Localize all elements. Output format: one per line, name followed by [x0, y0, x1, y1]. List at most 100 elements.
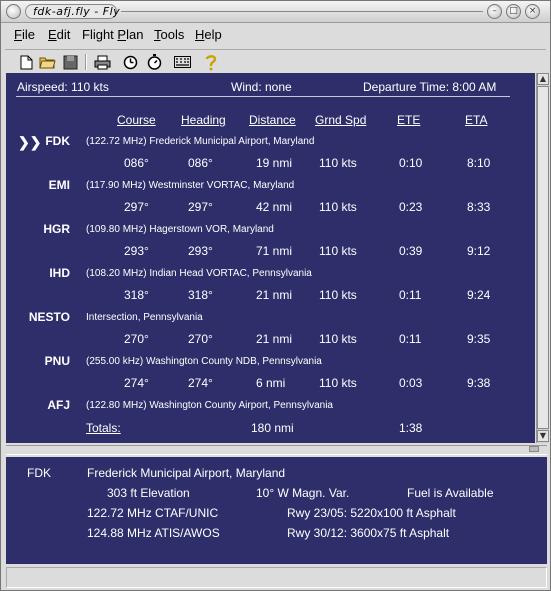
- leg-eta: 9:35: [467, 332, 491, 346]
- close-button[interactable]: ×: [525, 4, 540, 19]
- waypoint-id[interactable]: AFJ: [47, 398, 70, 412]
- fly-window: fdk-afj.fly - Fly – □ × File Edit Flight…: [0, 0, 551, 591]
- info-frequency-atis: 124.88 MHz ATIS/AWOS: [87, 526, 220, 540]
- menu-tools[interactable]: Tools: [154, 27, 184, 42]
- help-icon: [205, 54, 217, 70]
- info-elevation: 303 ft Elevation: [107, 486, 190, 500]
- info-runway-2: Rwy 30/12: 3600x75 ft Asphalt: [287, 526, 450, 540]
- total-ete: 1:38: [399, 421, 423, 435]
- window-title: fdk-afj.fly - Fly: [33, 5, 121, 18]
- stopwatch-button[interactable]: [145, 53, 163, 71]
- airspeed-label: Airspeed: 110 kts: [17, 80, 109, 94]
- info-waypoint-name: Frederick Municipal Airport, Maryland: [87, 466, 286, 480]
- leg-distance: 19 nmi: [256, 156, 293, 170]
- maximize-button[interactable]: □: [506, 4, 521, 19]
- leg-heading: 318°: [188, 288, 213, 302]
- toolbar-separator: [85, 54, 87, 70]
- leg-eta: 8:33: [467, 200, 491, 214]
- leg-eta: 9:12: [467, 244, 491, 258]
- leg-heading: 274°: [188, 376, 213, 390]
- leg-eta: 8:10: [467, 156, 491, 170]
- leg-distance: 6 nmi: [256, 376, 286, 390]
- menu-file[interactable]: File: [14, 27, 35, 42]
- column-header-ete[interactable]: ETE: [397, 113, 420, 127]
- totals-label: Totals:: [86, 421, 121, 435]
- menu-bar: File Edit Flight Plan Tools Help: [5, 23, 546, 47]
- clock-icon: [123, 55, 137, 69]
- menu-edit[interactable]: Edit: [48, 27, 70, 42]
- toolbar: [5, 49, 546, 73]
- menu-flight-plan[interactable]: Flight Plan: [82, 27, 143, 42]
- navigation-log-panel: Airspeed: 110 kts Wind: none Departure T…: [6, 73, 535, 443]
- waypoint-id[interactable]: PNU: [45, 354, 70, 368]
- leg-ground-speed: 110 kts: [319, 376, 357, 390]
- splitter-handle[interactable]: [529, 446, 539, 452]
- leg-course: 297°: [124, 200, 149, 214]
- leg-distance: 42 nmi: [256, 200, 293, 214]
- vertical-scrollbar[interactable]: ▲ ▼: [536, 73, 549, 443]
- waypoint-id[interactable]: EMI: [49, 178, 70, 192]
- info-magnetic-variation: 10° W Magn. Var.: [256, 486, 350, 500]
- print-button[interactable]: [93, 53, 111, 71]
- leg-eta: 9:38: [467, 376, 491, 390]
- window-menu-button[interactable]: [6, 4, 21, 19]
- current-waypoint-marker-icon: ❯❯: [18, 134, 42, 150]
- status-bar: [6, 567, 547, 588]
- column-header-course[interactable]: Course: [117, 113, 156, 127]
- close-icon: ×: [528, 6, 537, 16]
- open-button[interactable]: [38, 53, 56, 71]
- new-file-icon: [20, 55, 32, 69]
- scrollbar-thumb[interactable]: [537, 86, 549, 429]
- column-header-heading[interactable]: Heading: [181, 113, 226, 127]
- waypoint-description: (109.80 MHz) Hagerstown VOR, Maryland: [86, 224, 274, 235]
- save-button[interactable]: [61, 53, 79, 71]
- arrow-down-icon: ▼: [539, 431, 547, 440]
- column-header-ground-speed[interactable]: Grnd Spd: [315, 113, 366, 127]
- keypad-button[interactable]: [173, 53, 191, 71]
- leg-ground-speed: 110 kts: [319, 288, 357, 302]
- help-button[interactable]: [202, 53, 220, 71]
- waypoint-id[interactable]: IHD: [49, 266, 70, 280]
- open-folder-icon: [38, 57, 56, 69]
- leg-ground-speed: 110 kts: [319, 332, 357, 346]
- title-bar[interactable]: fdk-afj.fly - Fly – □ ×: [1, 1, 550, 23]
- keypad-icon: [173, 56, 191, 68]
- column-header-eta[interactable]: ETA: [465, 113, 487, 127]
- waypoint-info-panel: FDK Frederick Municipal Airport, Marylan…: [6, 457, 547, 564]
- leg-heading: 086°: [188, 156, 213, 170]
- info-frequency-ctaf: 122.72 MHz CTAF/UNIC: [87, 506, 219, 520]
- waypoint-id[interactable]: HGR: [43, 222, 70, 236]
- new-file-button[interactable]: [17, 53, 35, 71]
- waypoint-description: (122.80 MHz) Washington County Airport, …: [86, 400, 333, 411]
- leg-ground-speed: 110 kts: [319, 200, 357, 214]
- leg-ete: 0:11: [399, 332, 422, 346]
- leg-ground-speed: 110 kts: [319, 244, 357, 258]
- total-distance: 180 nmi: [251, 421, 294, 435]
- menu-help[interactable]: Help: [195, 27, 222, 42]
- arrow-up-icon: ▲: [539, 74, 547, 83]
- leg-ete: 0:11: [399, 288, 422, 302]
- leg-course: 086°: [124, 156, 149, 170]
- leg-ete: 0:23: [399, 200, 423, 214]
- waypoint-description: (117.90 MHz) Westminster VORTAC, Marylan…: [86, 180, 295, 191]
- minimize-button[interactable]: –: [487, 4, 502, 19]
- pane-splitter[interactable]: [6, 445, 547, 455]
- clock-button[interactable]: [121, 53, 139, 71]
- leg-course: 293°: [124, 244, 149, 258]
- leg-ete: 0:03: [399, 376, 423, 390]
- waypoint-id[interactable]: NESTO: [29, 310, 70, 324]
- column-header-distance[interactable]: Distance: [249, 113, 296, 127]
- leg-heading: 270°: [188, 332, 213, 346]
- waypoint-description: (255.00 kHz) Washington County NDB, Penn…: [86, 356, 322, 367]
- leg-course: 274°: [124, 376, 149, 390]
- waypoint-description: Intersection, Pennsylvania: [86, 312, 203, 323]
- title-bar-decoration: [121, 11, 483, 12]
- scroll-up-button[interactable]: ▲: [537, 73, 549, 85]
- leg-distance: 71 nmi: [256, 244, 293, 258]
- waypoint-id[interactable]: FDK: [45, 134, 70, 148]
- departure-time-label: Departure Time: 8:00 AM: [363, 80, 497, 94]
- maximize-icon: □: [509, 6, 518, 16]
- header-divider: [16, 96, 510, 97]
- scroll-down-button[interactable]: ▼: [537, 430, 549, 442]
- leg-distance: 21 nmi: [256, 288, 293, 302]
